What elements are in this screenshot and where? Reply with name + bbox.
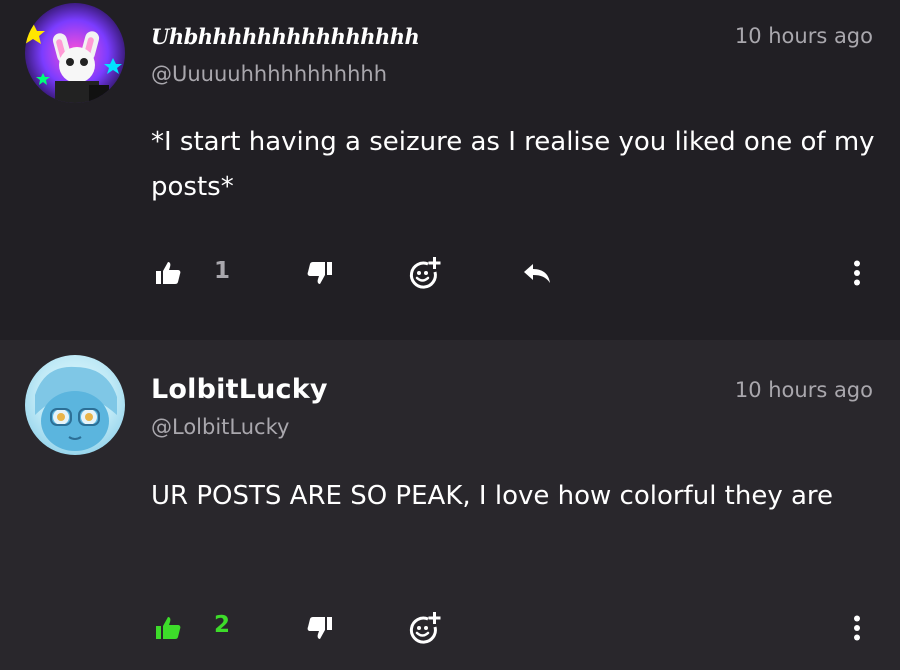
like-count: 2 xyxy=(214,612,231,638)
add-reaction-button[interactable] xyxy=(405,255,445,291)
add-reaction-button[interactable] xyxy=(405,610,445,646)
reply-button[interactable] xyxy=(517,255,557,291)
more-options-button[interactable] xyxy=(845,610,869,646)
display-name[interactable]: Uhbhhhhhhhhhhhhhhh xyxy=(151,24,420,49)
like-button[interactable] xyxy=(150,610,186,646)
thumbs-up-icon xyxy=(154,615,182,641)
thumbs-down-icon xyxy=(306,615,334,641)
dislike-button[interactable] xyxy=(302,610,338,646)
user-handle[interactable]: @Uuuuuhhhhhhhhhhh xyxy=(151,62,387,86)
comment-timestamp: 10 hours ago xyxy=(734,378,873,402)
thumbs-up-icon xyxy=(154,260,182,286)
like-count: 1 xyxy=(214,258,231,284)
like-button[interactable] xyxy=(150,255,186,291)
more-vertical-icon xyxy=(853,260,861,286)
more-options-button[interactable] xyxy=(845,255,869,291)
comment-card: LolbitLucky @LolbitLucky 10 hours ago UR… xyxy=(0,340,900,670)
add-reaction-icon xyxy=(408,256,442,290)
avatar[interactable] xyxy=(25,3,125,103)
dislike-button[interactable] xyxy=(302,255,338,291)
comment-body: UR POSTS ARE SO PEAK, I love how colorfu… xyxy=(151,481,834,511)
thumbs-down-icon xyxy=(306,260,334,286)
comment-timestamp: 10 hours ago xyxy=(734,24,873,48)
user-handle[interactable]: @LolbitLucky xyxy=(151,415,289,439)
reply-icon xyxy=(521,261,553,285)
more-vertical-icon xyxy=(853,615,861,641)
avatar[interactable] xyxy=(25,355,125,455)
add-reaction-icon xyxy=(408,611,442,645)
comment-body: *I start having a seizure as I realise y… xyxy=(151,127,875,202)
comment-card: Uhbhhhhhhhhhhhhhhh @Uuuuuhhhhhhhhhhh 10 … xyxy=(0,0,900,340)
display-name[interactable]: LolbitLucky xyxy=(151,374,328,405)
